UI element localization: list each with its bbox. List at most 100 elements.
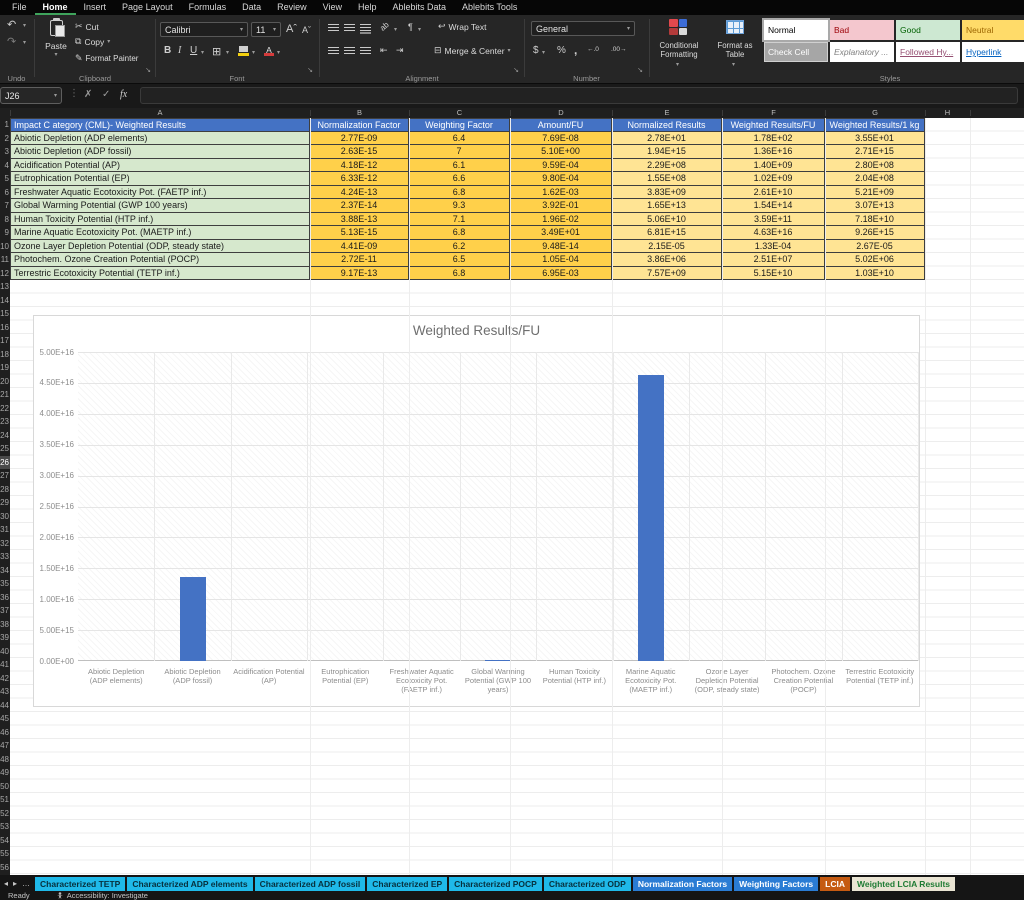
row-header-23[interactable]: 23	[0, 415, 10, 429]
table-cell[interactable]: 9.26E+15	[825, 226, 925, 240]
row-header-54[interactable]: 54	[0, 834, 10, 848]
row-header-37[interactable]: 37	[0, 604, 10, 618]
row-header-50[interactable]: 50	[0, 780, 10, 794]
align-bottom-icon[interactable]	[360, 24, 371, 32]
table-header-cell[interactable]: Normalized Results	[612, 118, 722, 132]
table-cell[interactable]: 1.33E-04	[722, 240, 825, 254]
fx-icon[interactable]: fx	[120, 89, 127, 100]
row-header-13[interactable]: 13	[0, 280, 10, 294]
table-cell[interactable]: 3.55E+01	[825, 132, 925, 146]
row-header-42[interactable]: 42	[0, 672, 10, 686]
row-header-35[interactable]: 35	[0, 577, 10, 591]
align-right-icon[interactable]	[360, 47, 371, 55]
table-cell[interactable]: 6.81E+15	[612, 226, 722, 240]
italic-icon[interactable]: I	[178, 45, 181, 56]
table-cell[interactable]: 7.57E+09	[612, 267, 722, 281]
style-chip-neutral[interactable]: Neutral	[962, 20, 1024, 40]
row-header-6[interactable]: 6	[0, 186, 10, 200]
chevron-down-icon[interactable]: ▾	[277, 49, 280, 56]
formula-input[interactable]	[140, 87, 1018, 104]
row-header-51[interactable]: 51	[0, 793, 10, 807]
name-box[interactable]: J26 ▾	[0, 87, 62, 104]
row-header-17[interactable]: 17	[0, 334, 10, 348]
table-cell[interactable]: Acidification Potential (AP)	[10, 159, 310, 173]
table-cell[interactable]: 2.29E+08	[612, 159, 722, 173]
row-header-1[interactable]: 1	[0, 118, 10, 132]
row-header-16[interactable]: 16	[0, 321, 10, 335]
table-cell[interactable]: 3.07E+13	[825, 199, 925, 213]
format-as-table-button[interactable]: Format as Table ▾	[710, 17, 760, 79]
align-top-icon[interactable]	[328, 24, 339, 32]
table-cell[interactable]: 6.8	[409, 226, 510, 240]
style-chip-normal[interactable]: Normal	[764, 20, 828, 40]
column-header-c[interactable]: C	[445, 108, 475, 118]
table-cell[interactable]: 3.49E+01	[510, 226, 612, 240]
table-cell[interactable]: 4.18E-12	[310, 159, 409, 173]
undo-icon[interactable]: ↶	[7, 18, 16, 31]
table-cell[interactable]: Freshwater Aquatic Ecotoxicity Pot. (FAE…	[10, 186, 310, 200]
table-cell[interactable]: 2.61E+10	[722, 186, 825, 200]
ribbon-tab-page-layout[interactable]: Page Layout	[114, 0, 181, 15]
table-cell[interactable]: 7.1	[409, 213, 510, 227]
row-header-5[interactable]: 5	[0, 172, 10, 186]
bold-icon[interactable]: B	[164, 45, 171, 56]
row-header-25[interactable]: 25	[0, 442, 10, 456]
style-chip-good[interactable]: Good	[896, 20, 960, 40]
cut-button[interactable]: ✂ Cut	[75, 21, 99, 32]
sheet-tab-characterized-adp-fossil[interactable]: Characterized ADP fossil	[255, 877, 366, 891]
column-header-d[interactable]: D	[546, 108, 576, 118]
row-header-49[interactable]: 49	[0, 766, 10, 780]
chart-bar-6[interactable]	[485, 660, 511, 661]
row-header-38[interactable]: 38	[0, 618, 10, 632]
font-name-select[interactable]: Calibri ▾	[160, 22, 248, 37]
row-header-22[interactable]: 22	[0, 402, 10, 416]
ribbon-tab-ablebits-data[interactable]: Ablebits Data	[385, 0, 455, 15]
style-chip-followed-hy[interactable]: Followed Hy...	[896, 42, 960, 62]
merge-center-button[interactable]: ⊟ Merge & Center ▾	[434, 45, 511, 56]
row-header-7[interactable]: 7	[0, 199, 10, 213]
table-cell[interactable]: 6.95E-03	[510, 267, 612, 281]
formula-cancel-icon[interactable]: ✗	[84, 89, 92, 100]
table-cell[interactable]: 6.33E-12	[310, 172, 409, 186]
table-cell[interactable]: Ozone Layer Depletion Potential (ODP, st…	[10, 240, 310, 254]
table-header-cell[interactable]: Impact C ategory (CML)- Weighted Results	[10, 118, 310, 132]
ribbon-tab-review[interactable]: Review	[269, 0, 315, 15]
table-cell[interactable]: Marine Aquatic Ecotoxicity Pot. (MAETP i…	[10, 226, 310, 240]
table-header-cell[interactable]: Weighted Results/FU	[722, 118, 825, 132]
table-cell[interactable]: 7	[409, 145, 510, 159]
row-header-39[interactable]: 39	[0, 631, 10, 645]
row-header-36[interactable]: 36	[0, 591, 10, 605]
increase-decimal-icon[interactable]: ←.0	[587, 46, 599, 53]
row-header-24[interactable]: 24	[0, 429, 10, 443]
conditional-formatting-button[interactable]: Conditional Formatting ▾	[652, 17, 706, 79]
style-chip-explanatory[interactable]: Explanatory ...	[830, 42, 894, 62]
row-header-21[interactable]: 21	[0, 388, 10, 402]
table-cell[interactable]: 2.04E+08	[825, 172, 925, 186]
table-cell[interactable]: 6.2	[409, 240, 510, 254]
table-cell[interactable]: 4.41E-09	[310, 240, 409, 254]
table-cell[interactable]: 2.15E-05	[612, 240, 722, 254]
table-cell[interactable]: 1.96E-02	[510, 213, 612, 227]
table-cell[interactable]: 1.05E-04	[510, 253, 612, 267]
ribbon-tab-home[interactable]: Home	[35, 0, 76, 15]
chart-bar-2[interactable]	[180, 577, 206, 661]
row-header-48[interactable]: 48	[0, 753, 10, 767]
table-cell[interactable]: 5.15E+10	[722, 267, 825, 281]
table-cell[interactable]: 6.5	[409, 253, 510, 267]
row-header-31[interactable]: 31	[0, 523, 10, 537]
comma-format-icon[interactable]: ,	[574, 43, 577, 57]
fill-color-icon[interactable]	[238, 46, 249, 56]
table-cell[interactable]: 2.67E-05	[825, 240, 925, 254]
decrease-indent-icon[interactable]: ⇤	[380, 45, 388, 56]
table-cell[interactable]: 9.48E-14	[510, 240, 612, 254]
row-header-55[interactable]: 55	[0, 847, 10, 861]
align-left-icon[interactable]	[328, 47, 339, 55]
table-cell[interactable]: 5.10E+00	[510, 145, 612, 159]
row-header-19[interactable]: 19	[0, 361, 10, 375]
table-cell[interactable]: 1.36E+16	[722, 145, 825, 159]
table-cell[interactable]: Abiotic Depletion (ADP elements)	[10, 132, 310, 146]
sheet-tab-weighting-factors[interactable]: Weighting Factors	[734, 877, 818, 891]
row-header-20[interactable]: 20	[0, 375, 10, 389]
row-header-47[interactable]: 47	[0, 739, 10, 753]
table-cell[interactable]: 1.40E+09	[722, 159, 825, 173]
